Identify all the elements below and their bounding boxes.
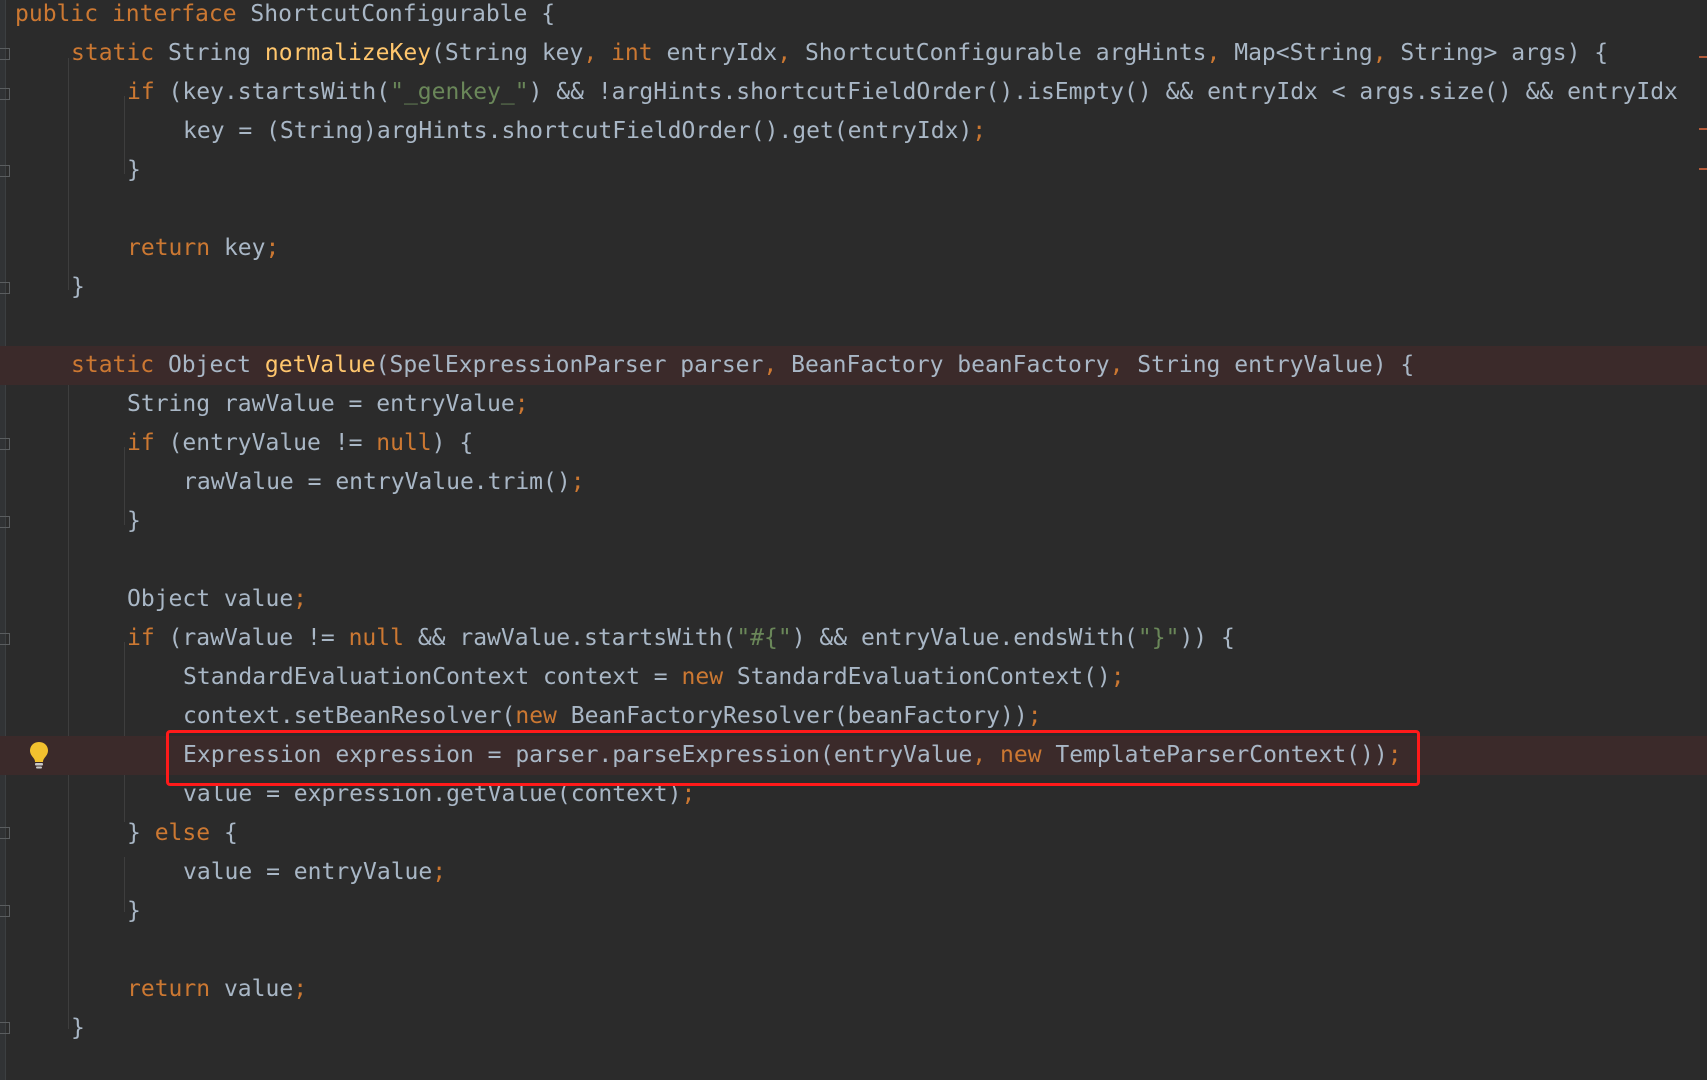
code-line: key = (String)argHints.shortcutFieldOrde… [0, 112, 1707, 151]
code-text: entryIdx [652, 40, 778, 66]
code-text: )) { [1179, 625, 1235, 651]
code-text: && rawValue.startsWith( [403, 625, 737, 651]
code-line: if (key.startsWith("_genkey_") && !argHi… [0, 73, 1707, 112]
string-literal: "#{" [736, 625, 792, 651]
code-text: } [127, 157, 141, 183]
keyword: int [597, 40, 653, 66]
punctuation: ; [293, 976, 308, 1002]
code-line: StandardEvaluationContext context = new … [0, 658, 1707, 697]
string-literal: "}" [1137, 625, 1180, 651]
keyword: if [127, 430, 155, 456]
code-line: return key; [0, 229, 1707, 268]
code-text: { [210, 820, 238, 846]
code-line: static Object getValue(SpelExpressionPar… [0, 346, 1707, 385]
code-line: } [0, 268, 1707, 307]
keyword: new [681, 664, 724, 690]
code-area[interactable]: public interface ShortcutConfigurable { … [0, 0, 1707, 1080]
string-literal: "_genkey_" [390, 79, 529, 105]
keyword: new [515, 703, 557, 729]
code-line: Object value; [0, 580, 1707, 619]
code-text: String> args) { [1386, 40, 1609, 66]
code-text: key = (String)argHints.shortcutFieldOrde… [183, 118, 973, 144]
code-text: ) && entryValue.endsWith( [791, 625, 1138, 651]
code-text: (rawValue != [154, 625, 349, 651]
code-text: key [210, 235, 266, 261]
punctuation: , [777, 40, 792, 66]
code-text: (entryValue != [154, 430, 377, 456]
keyword: public [15, 1, 99, 27]
keyword: else [154, 820, 211, 846]
keyword: if [127, 625, 155, 651]
code-line: String rawValue = entryValue; [0, 385, 1707, 424]
keyword: null [348, 625, 404, 651]
punctuation: , [1109, 352, 1124, 378]
code-text: StandardEvaluationContext context = [183, 664, 682, 690]
punctuation: , [763, 352, 778, 378]
code-text: } [71, 1015, 85, 1041]
annotation-highlight-box [166, 730, 1420, 786]
code-text: BeanFactory beanFactory [777, 352, 1110, 378]
code-text: StandardEvaluationContext() [723, 664, 1111, 690]
code-line: if (entryValue != null) { [0, 424, 1707, 463]
code-text: (SpelExpressionParser parser [375, 352, 764, 378]
code-text: } [71, 274, 85, 300]
code-line: } [0, 892, 1707, 931]
code-text: ShortcutConfigurable argHints [791, 40, 1207, 66]
code-text: value [210, 976, 294, 1002]
code-text: String rawValue = entryValue [127, 391, 515, 417]
keyword: null [376, 430, 432, 456]
code-text: ShortcutConfigurable { [236, 1, 556, 27]
code-text: (key.startsWith( [154, 79, 391, 105]
code-text: ) { [431, 430, 474, 456]
code-text: BeanFactoryResolver(beanFactory)) [556, 703, 1028, 729]
code-line: static String normalizeKey(String key, i… [0, 34, 1707, 73]
punctuation: , [1372, 40, 1387, 66]
code-editor[interactable]: public interface ShortcutConfigurable { … [0, 0, 1707, 1080]
keyword: return [127, 976, 211, 1002]
punctuation: ; [570, 469, 585, 495]
code-text: Map<String [1220, 40, 1373, 66]
code-line: } [0, 151, 1707, 190]
punctuation: , [1206, 40, 1221, 66]
punctuation: ; [265, 235, 280, 261]
punctuation: ; [1110, 664, 1125, 690]
code-line: } [0, 502, 1707, 541]
method-name: normalizeKey [264, 40, 432, 66]
code-line: if (rawValue != null && rawValue.startsW… [0, 619, 1707, 658]
code-text: } [127, 898, 141, 924]
punctuation: ; [972, 118, 987, 144]
code-text: Object [154, 352, 265, 378]
keyword: return [127, 235, 211, 261]
method-name: getValue [264, 352, 376, 378]
lightbulb-icon[interactable] [28, 740, 50, 770]
keyword: interface [111, 1, 237, 27]
code-text: String [154, 40, 265, 66]
punctuation: , [583, 40, 598, 66]
code-line: rawValue = entryValue.trim(); [0, 463, 1707, 502]
code-text: context.setBeanResolver( [183, 703, 516, 729]
code-text: Object value [127, 586, 294, 612]
code-text: } [127, 508, 141, 534]
code-text: String entryValue) { [1123, 352, 1415, 378]
keyword: static [71, 352, 155, 378]
code-text: value = entryValue [183, 859, 433, 885]
keyword: if [127, 79, 155, 105]
code-line: } [0, 1009, 1707, 1048]
code-line: value = entryValue; [0, 853, 1707, 892]
punctuation: ; [432, 859, 447, 885]
code-line: } else { [0, 814, 1707, 853]
code-line: public interface ShortcutConfigurable { [0, 0, 1707, 34]
code-text: rawValue = entryValue.trim() [183, 469, 571, 495]
keyword: static [71, 40, 155, 66]
code-text: ) && !argHints.shortcutFieldOrder().isEm… [528, 79, 1678, 105]
code-text: } [127, 820, 155, 846]
punctuation: ; [293, 586, 308, 612]
punctuation: ; [1027, 703, 1042, 729]
punctuation: ; [514, 391, 529, 417]
code-line: return value; [0, 970, 1707, 1009]
code-text: (String key [431, 40, 584, 66]
